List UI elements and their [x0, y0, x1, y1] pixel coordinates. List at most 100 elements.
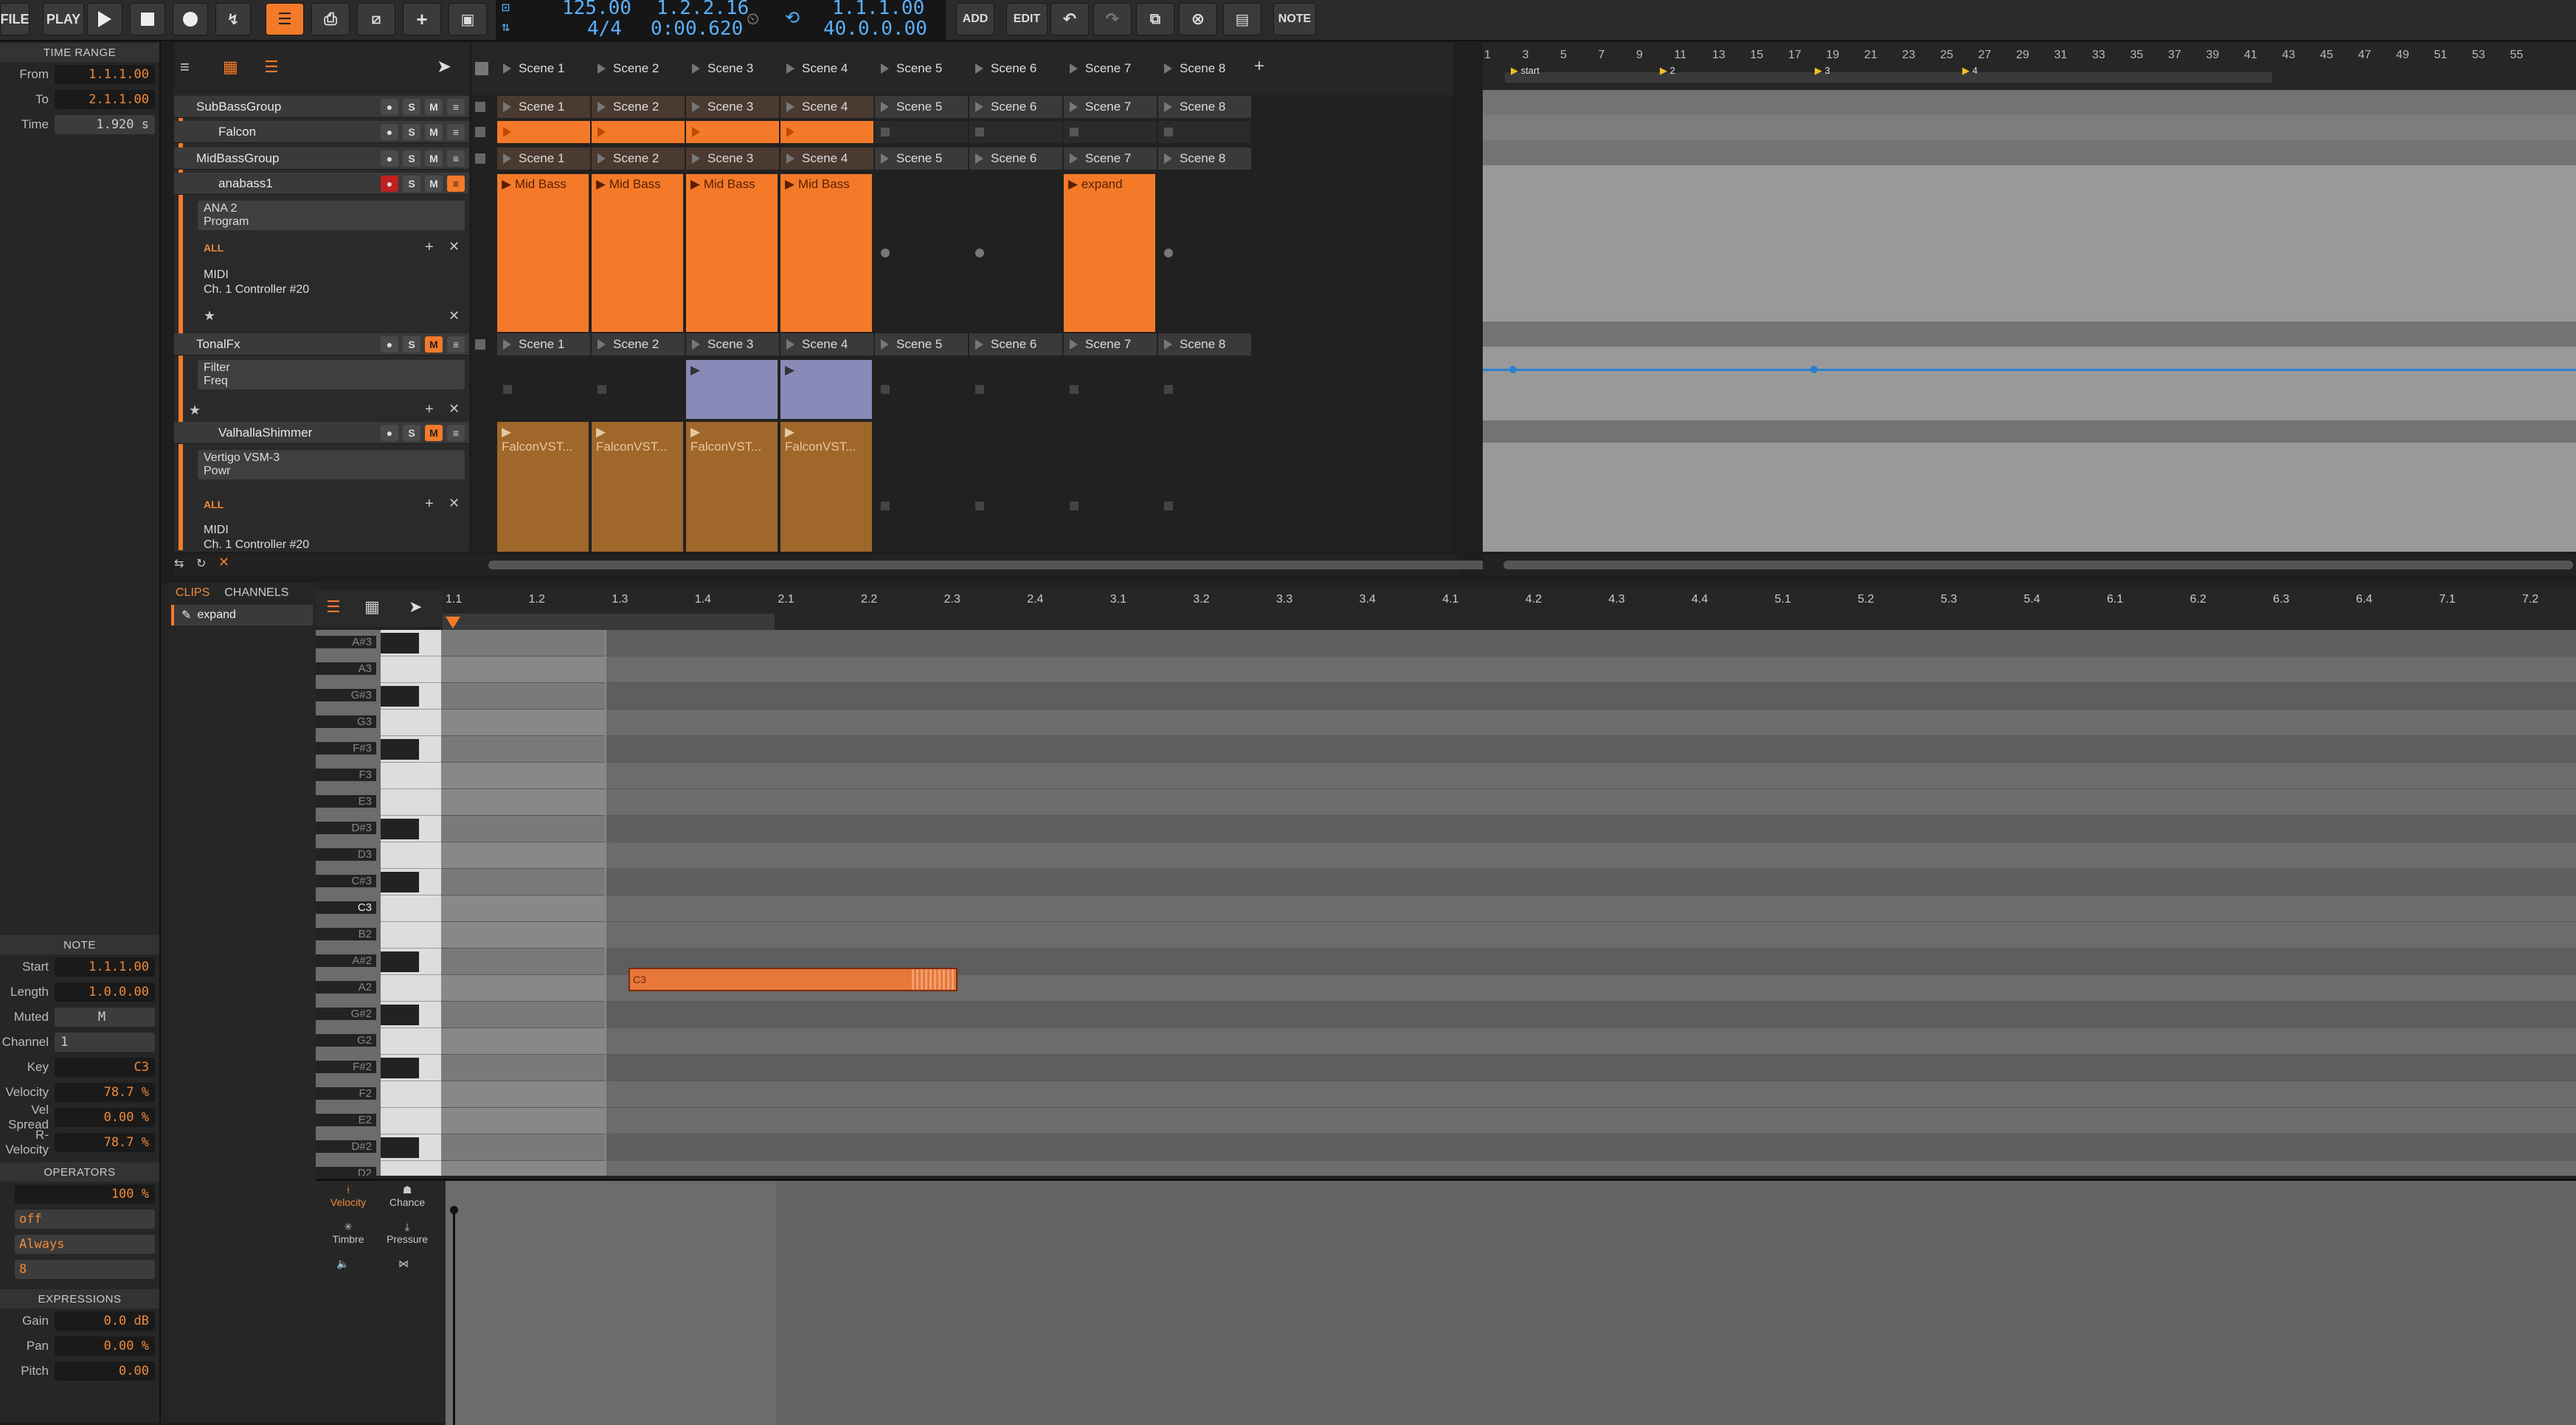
piano-key[interactable] — [381, 789, 441, 816]
note-release-handle[interactable] — [912, 969, 956, 990]
metronome-button[interactable]: ⎙ — [311, 3, 350, 35]
lane-velocity[interactable]: ⍿ Velocity — [320, 1184, 376, 1208]
mute-button[interactable]: M — [425, 336, 443, 353]
note-row[interactable] — [441, 922, 2576, 949]
scene-launch-icon[interactable] — [1070, 153, 1078, 164]
note-row[interactable] — [441, 736, 2576, 763]
stop-button[interactable] — [130, 3, 165, 35]
repeat-value[interactable]: off — [15, 1210, 155, 1229]
monitor-icon[interactable]: ≡ — [447, 175, 465, 192]
empty-slot-icon[interactable] — [975, 385, 984, 394]
star-icon[interactable]: ★ — [189, 403, 201, 418]
piano-key[interactable] — [381, 842, 441, 869]
empty-slot-icon[interactable] — [503, 385, 512, 394]
play-mode-button[interactable]: PLAY — [43, 3, 84, 35]
empty-slot-dot[interactable] — [975, 249, 984, 257]
close-icon[interactable]: ✕ — [449, 308, 460, 324]
add-modulator-icon[interactable]: + — [425, 239, 434, 256]
piano-black-key[interactable] — [381, 739, 419, 760]
mute-button[interactable]: M — [425, 175, 443, 192]
clip-slot[interactable]: Scene 4 — [780, 96, 873, 118]
clip-slot[interactable]: Scene 8 — [1158, 148, 1251, 170]
channel-select[interactable]: 1 — [55, 1033, 155, 1052]
scene-launch-icon[interactable] — [692, 339, 700, 350]
scene-header-7[interactable]: Scene 7 — [1064, 58, 1157, 80]
metronome-icon[interactable]: ⏲ — [747, 10, 759, 29]
clip-slot[interactable]: Scene 1 — [497, 96, 590, 118]
scene-launch-icon[interactable] — [692, 102, 700, 112]
scene-launch-icon[interactable] — [1164, 63, 1172, 74]
clip[interactable]: ▶ expand — [1064, 174, 1157, 332]
mute-toggle[interactable]: M — [55, 1008, 155, 1027]
automation-point[interactable] — [1810, 366, 1818, 373]
empty-slot-icon[interactable] — [1070, 502, 1078, 510]
clip-slot[interactable]: Scene 4 — [780, 148, 873, 170]
clip-loop-region[interactable] — [443, 614, 775, 630]
clip-slot[interactable] — [780, 121, 873, 143]
solo-button[interactable]: S — [403, 150, 420, 167]
loop-toggle-icon[interactable]: ⟲ — [785, 7, 800, 28]
piano-black-key[interactable] — [381, 1058, 419, 1078]
piano-key[interactable] — [381, 710, 441, 736]
piano-key[interactable] — [381, 656, 441, 683]
add-modulator-icon[interactable]: + — [425, 496, 434, 513]
empty-slot-icon[interactable] — [881, 502, 890, 510]
stop-all-icon[interactable] — [475, 62, 488, 75]
empty-slot-dot[interactable] — [1164, 249, 1173, 257]
note-row[interactable] — [441, 816, 2576, 842]
track-row-midbassgroup[interactable]: MidBassGroup ● S M ≡ — [174, 148, 469, 170]
lane-timbre[interactable]: ✳ Timbre — [320, 1221, 376, 1245]
play-clip-icon[interactable] — [786, 127, 794, 137]
lane-pressure[interactable]: ⤓ Pressure — [379, 1221, 435, 1245]
scene-launch-icon[interactable] — [1164, 339, 1172, 350]
scene-launch-icon[interactable] — [881, 102, 889, 112]
arranger-scrollbar[interactable] — [1503, 561, 2573, 569]
clip-slot[interactable]: Scene 1 — [497, 148, 590, 170]
solo-button[interactable]: S — [403, 336, 420, 353]
clip[interactable]: ▶ FalconVST... — [592, 422, 685, 552]
arm-icon[interactable]: ● — [381, 424, 398, 441]
play-clip-icon[interactable] — [598, 127, 606, 137]
clip-slot[interactable]: Scene 2 — [592, 96, 685, 118]
record-button[interactable] — [173, 3, 208, 35]
vel-spread-value[interactable]: 0.00 % — [55, 1108, 155, 1127]
fold-icon[interactable]: ⇆ — [174, 556, 184, 571]
grid-view-icon[interactable]: ▦ — [364, 597, 380, 617]
tempo-display[interactable]: 125.00 — [562, 0, 631, 19]
empty-slot-icon[interactable] — [1164, 385, 1173, 394]
clip[interactable]: ▶ — [686, 360, 779, 419]
launcher-overdub-button[interactable]: ☰ — [266, 3, 304, 35]
start-value[interactable]: 1.1.1.00 — [55, 957, 155, 977]
clip-slot[interactable] — [686, 121, 779, 143]
scene-header-3[interactable]: Scene 3 — [686, 58, 779, 80]
scene-launch-icon[interactable] — [786, 63, 794, 74]
scene-launch-icon[interactable] — [881, 63, 889, 74]
track-row-anabass1[interactable]: anabass1 ● S M ≡ — [174, 173, 469, 195]
add-button[interactable]: + — [403, 3, 441, 35]
close-icon[interactable]: ✕ — [449, 239, 460, 254]
list-view-icon[interactable]: ☰ — [264, 58, 279, 77]
star-icon[interactable]: ★ — [204, 308, 215, 324]
clip-slot[interactable]: Scene 5 — [875, 333, 968, 356]
monitor-icon[interactable]: ≡ — [447, 424, 465, 441]
arm-icon[interactable]: ● — [381, 123, 398, 140]
scene-launch-icon[interactable] — [692, 153, 700, 164]
scene-launch-icon[interactable] — [1164, 102, 1172, 112]
scene-launch-icon[interactable] — [503, 102, 511, 112]
clip-play-icon[interactable]: ▶ — [596, 425, 606, 439]
note-row[interactable] — [441, 1134, 2576, 1161]
scene-launch-icon[interactable] — [881, 339, 889, 350]
note-row[interactable] — [441, 1161, 2576, 1176]
grid-view-icon[interactable]: ▦ — [223, 58, 238, 77]
scene-launch-icon[interactable] — [692, 63, 700, 74]
piano-key[interactable] — [381, 1028, 441, 1055]
groove-button[interactable]: ⧄ — [357, 3, 395, 35]
clip-slot[interactable]: Scene 6 — [969, 96, 1062, 118]
position-bars[interactable]: 1.2.2.16 — [657, 0, 749, 19]
piano-key[interactable] — [381, 1108, 441, 1134]
clip-play-icon[interactable]: ▶ — [502, 177, 511, 191]
piano-key[interactable] — [381, 1081, 441, 1108]
clip-slot[interactable] — [1158, 121, 1251, 143]
track-row-tonalfx[interactable]: TonalFx ● S M ≡ — [174, 333, 469, 356]
clip-play-icon[interactable]: ▶ — [690, 425, 700, 439]
